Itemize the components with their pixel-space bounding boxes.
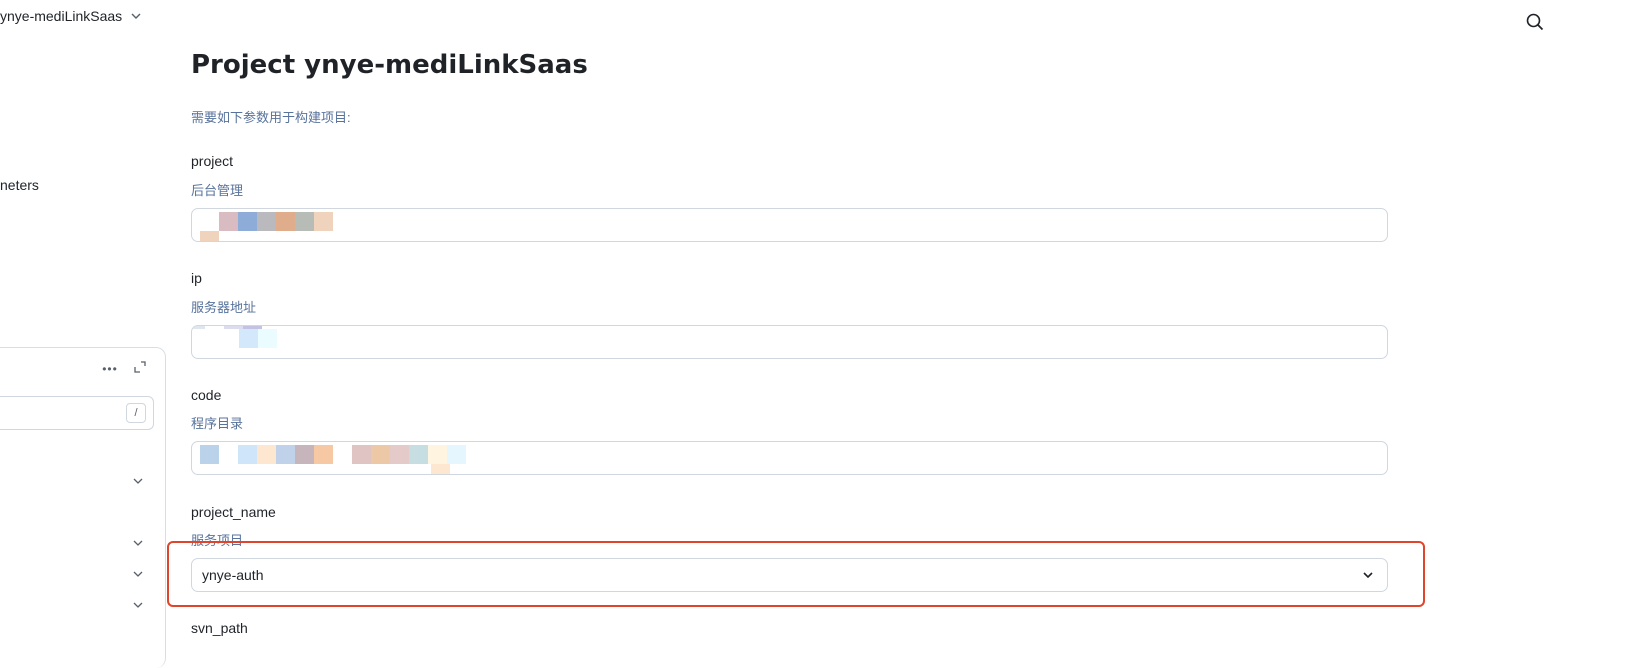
ip-input[interactable] xyxy=(191,325,1388,359)
project-switcher-label: ynye-mediLinkSaas xyxy=(0,8,123,24)
expand-panel-button[interactable] xyxy=(133,360,149,376)
page-title: Project ynye-mediLinkSaas xyxy=(191,50,588,80)
search-icon xyxy=(1526,13,1544,31)
param-name-project: project xyxy=(191,153,234,169)
highlight-annotation xyxy=(167,541,1425,607)
more-icon: ••• xyxy=(102,362,118,376)
chevron-down-icon xyxy=(131,13,141,19)
page-description: 需要如下参数用于构建项目: xyxy=(191,110,351,125)
redacted-value xyxy=(239,329,277,348)
redacted-value xyxy=(200,445,466,464)
param-name-project-name: project_name xyxy=(191,504,276,520)
project-switcher[interactable]: ynye-mediLinkSaas xyxy=(0,8,142,24)
code-input[interactable] xyxy=(191,441,1388,475)
sidebar-item-parameters[interactable]: neters xyxy=(0,177,39,193)
project-input[interactable] xyxy=(191,208,1388,242)
param-name-ip: ip xyxy=(191,270,202,286)
chevron-down-icon[interactable] xyxy=(132,567,146,581)
redacted-value xyxy=(431,464,450,474)
chevron-down-icon[interactable] xyxy=(132,474,146,488)
more-options-button[interactable]: ••• xyxy=(100,360,120,378)
shortcut-key-hint: / xyxy=(126,403,146,423)
redacted-value xyxy=(200,212,333,231)
param-description-project: 后台管理 xyxy=(191,183,244,198)
param-description-code: 程序目录 xyxy=(191,416,244,431)
param-name-code: code xyxy=(191,387,222,403)
param-name-svn-path: svn_path xyxy=(191,620,248,636)
param-description-ip: 服务器地址 xyxy=(191,300,257,315)
search-button[interactable] xyxy=(1523,10,1547,34)
chevron-down-icon[interactable] xyxy=(132,536,146,550)
redacted-value xyxy=(200,231,219,241)
expand-icon xyxy=(134,361,146,373)
chevron-down-icon[interactable] xyxy=(132,598,146,612)
